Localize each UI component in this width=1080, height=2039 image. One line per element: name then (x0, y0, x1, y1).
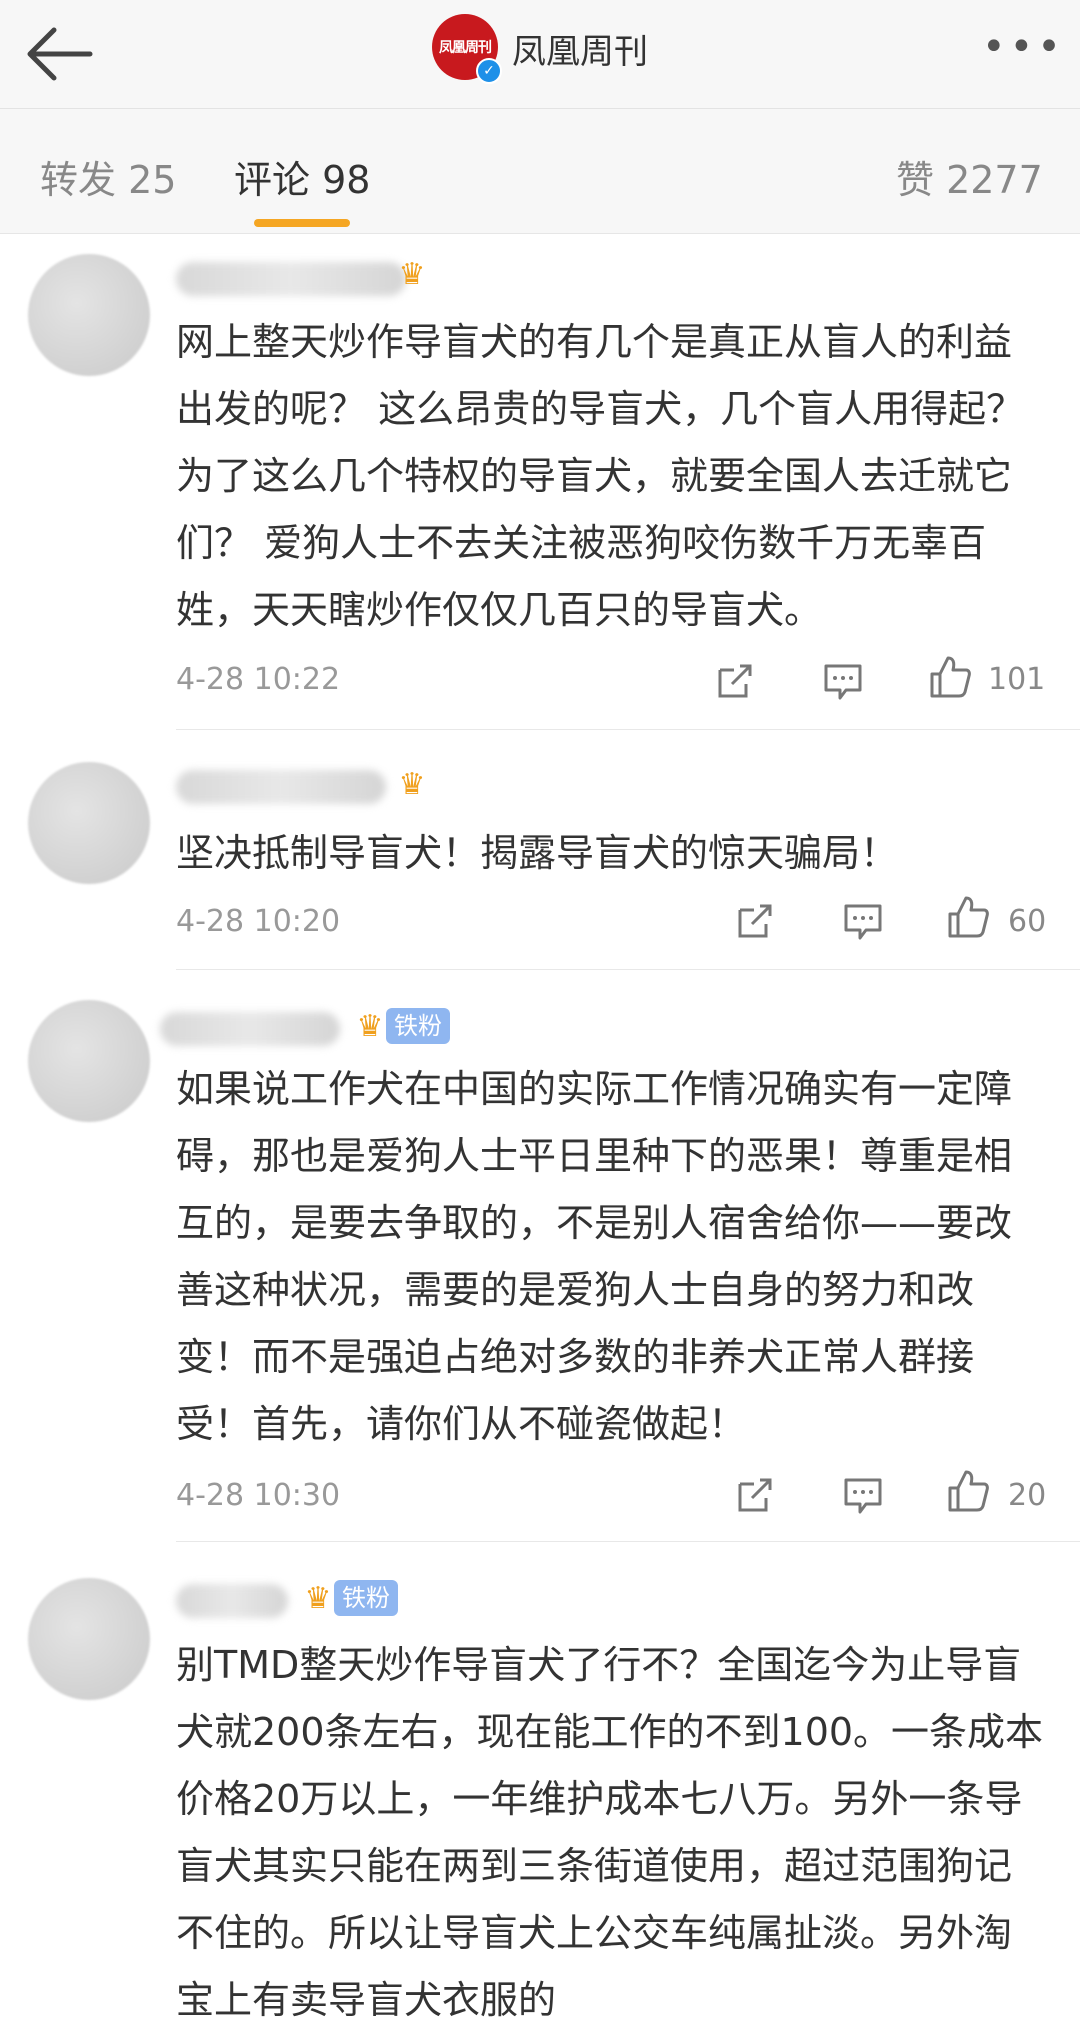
fan-badge: 铁粉 (334, 1580, 398, 1616)
username-redacted[interactable] (160, 1012, 340, 1046)
comment-time: 4-28 10:30 (176, 1478, 341, 1513)
fan-badge: 铁粉 (386, 1008, 450, 1044)
comment-item: ♛ 铁粉 别TMD整天炒作导盲犬了行不？全国迄今为止导盲犬就200条左右，现在能… (0, 1542, 1080, 2039)
like-thumb-icon[interactable] (944, 1468, 990, 1514)
comment-item: ♛ 铁粉 如果说工作犬在中国的实际工作情况确实有一定障碍，那也是爱狗人士平日里种… (0, 970, 1080, 1542)
tab-repost[interactable]: 转发 25 (40, 149, 176, 204)
comment-time: 4-28 10:22 (176, 662, 341, 697)
reply-icon[interactable] (840, 1472, 886, 1518)
member-crown-icon: ♛ (398, 766, 426, 802)
comment-time: 4-28 10:20 (176, 904, 341, 939)
like-count: 20 (1008, 1478, 1047, 1513)
reply-icon[interactable] (840, 898, 886, 944)
like-count: 60 (1008, 904, 1047, 939)
username-redacted[interactable] (176, 770, 386, 804)
account-name[interactable]: 凤凰周刊 (512, 24, 648, 73)
like-thumb-icon[interactable] (944, 894, 990, 940)
comment-text: 坚决抵制导盲犬！揭露导盲犬的惊天骗局！ (176, 831, 899, 875)
member-crown-icon: ♛ (398, 256, 426, 292)
like-thumb-icon[interactable] (926, 654, 972, 700)
comment-item: ♛ 坚决抵制导盲犬！揭露导盲犬的惊天骗局！ 4-28 10:20 60 (0, 730, 1080, 970)
tab-like[interactable]: 赞 2277 (896, 149, 1043, 204)
avatar[interactable] (28, 254, 150, 376)
verified-icon: ✓ (476, 58, 502, 84)
avatar[interactable] (28, 1578, 150, 1700)
comment-text: 网上整天炒作导盲犬的有几个是真正从盲人的利益出发的呢？ 这么昂贵的导盲犬，几个盲… (176, 320, 1025, 632)
avatar[interactable] (28, 762, 150, 884)
comment-item: ♛ 网上整天炒作导盲犬的有几个是真正从盲人的利益出发的呢？ 这么昂贵的导盲犬，几… (0, 234, 1080, 730)
tab-comment[interactable]: 评论 98 (234, 149, 370, 204)
reply-icon[interactable] (820, 658, 866, 704)
member-crown-icon: ♛ (304, 1580, 332, 1616)
more-options-icon[interactable]: ••• (982, 24, 1065, 70)
repost-icon[interactable] (732, 898, 778, 944)
comment-text: 别TMD整天炒作导盲犬了行不？全国迄今为止导盲犬就200条左右，现在能工作的不到… (176, 1643, 1044, 2022)
repost-icon[interactable] (712, 658, 758, 704)
username-redacted[interactable] (176, 262, 406, 296)
member-crown-icon: ♛ (356, 1008, 384, 1044)
top-bar: 凤凰周刊 ✓ 凤凰周刊 ••• (0, 0, 1080, 109)
like-count: 101 (988, 662, 1046, 697)
avatar[interactable] (28, 1000, 150, 1122)
comment-text: 如果说工作犬在中国的实际工作情况确实有一定障碍，那也是爱狗人士平日里种下的恶果！… (176, 1067, 1013, 1446)
back-arrow-icon[interactable] (20, 14, 100, 94)
username-redacted[interactable] (176, 1584, 288, 1618)
active-tab-indicator (254, 219, 350, 227)
tab-bar: 转发 25 评论 98 赞 2277 (0, 109, 1080, 234)
repost-icon[interactable] (732, 1472, 778, 1518)
